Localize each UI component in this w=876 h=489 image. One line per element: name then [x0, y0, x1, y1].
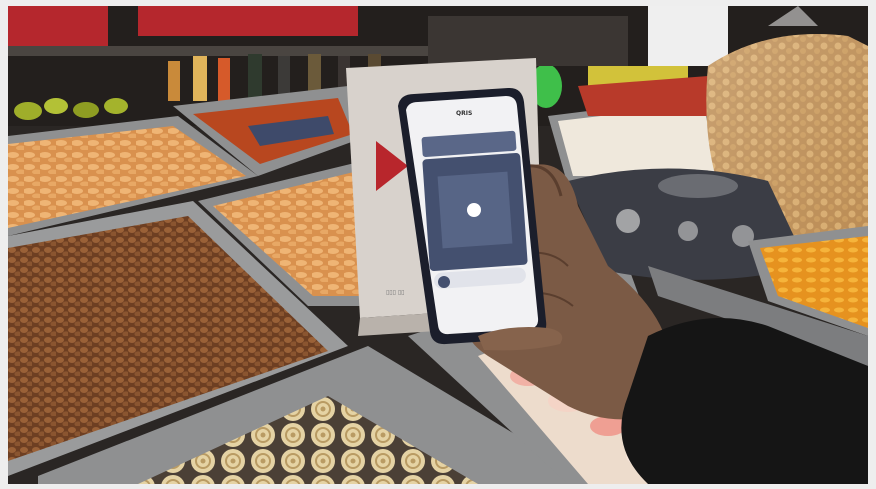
- qr-code: [422, 152, 528, 272]
- svg-text:▯▯▯ ▯▯: ▯▯▯ ▯▯: [386, 289, 404, 296]
- photo-frame: ▯▯▯ ▯▯ QRIS: [8, 6, 868, 484]
- phone-screen-header: QRIS: [456, 110, 472, 117]
- market-photo: ▯▯▯ ▯▯ QRIS: [8, 6, 868, 484]
